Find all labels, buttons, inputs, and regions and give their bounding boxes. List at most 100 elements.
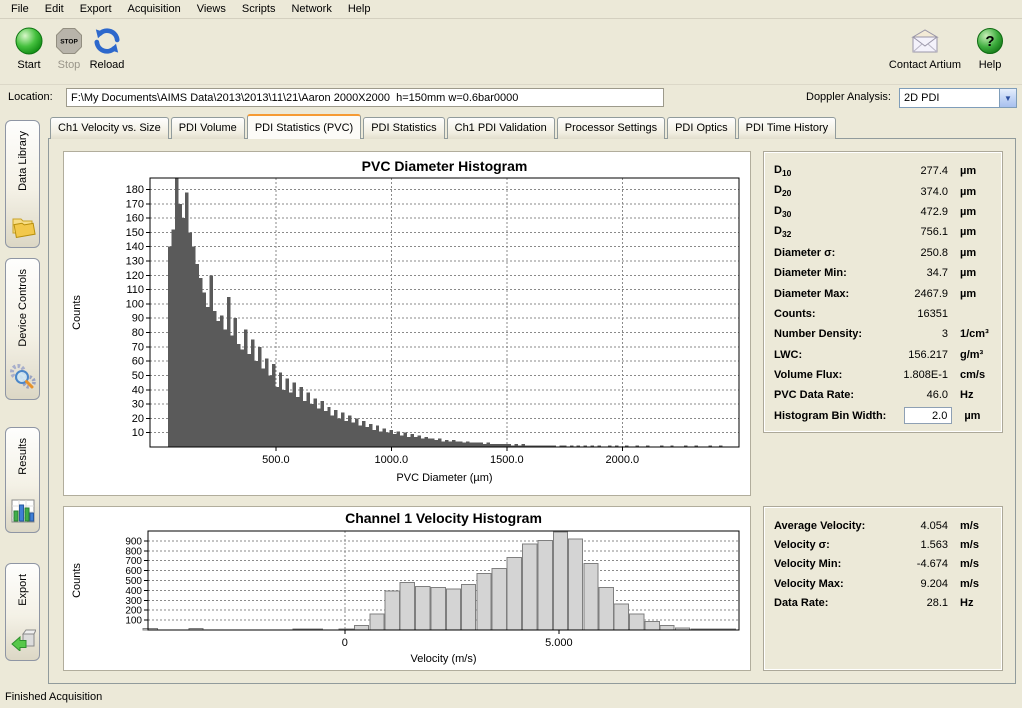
help-button[interactable]: ? Help: [968, 24, 1012, 71]
svg-text:PVC Diameter Histogram: PVC Diameter Histogram: [362, 158, 528, 174]
svg-text:STOP: STOP: [60, 39, 78, 46]
sidebar-item-export[interactable]: Export: [5, 563, 40, 661]
stat-value: 156.217: [882, 349, 948, 361]
sidebar-item-device-controls[interactable]: Device Controls: [5, 258, 40, 400]
tab-pdi-optics[interactable]: PDI Optics: [667, 117, 736, 139]
pvc-diameter-histogram-chart: 1020304050607080901001101201301401501601…: [64, 152, 750, 495]
status-bar: Finished Acquisition: [0, 688, 1022, 708]
stat-label: Number Density:: [774, 328, 882, 340]
svg-text:110: 110: [126, 284, 144, 296]
help-icon: ?: [968, 24, 1012, 58]
doppler-analysis-select[interactable]: 2D PDI ▼: [899, 88, 1017, 108]
svg-text:Counts: Counts: [71, 295, 83, 330]
svg-text:1500.0: 1500.0: [490, 454, 524, 466]
svg-text:100: 100: [126, 298, 144, 310]
pvc-stat-row: Volume Flux:1.808E-1cm/s: [774, 365, 992, 385]
location-row: Location: Doppler Analysis: 2D PDI ▼: [0, 84, 1022, 110]
stat-value: 3: [882, 328, 948, 340]
svg-text:90: 90: [132, 313, 144, 325]
location-input[interactable]: [66, 88, 664, 107]
svg-text:180: 180: [126, 184, 144, 196]
svg-text:0: 0: [342, 637, 348, 649]
chart-icon: [11, 499, 35, 526]
stat-unit: µm: [948, 206, 992, 218]
svg-text:400: 400: [125, 586, 142, 597]
sidebar-item-label: Data Library: [17, 131, 29, 191]
pvc-stat-row: D32756.1µm: [774, 222, 992, 242]
stat-unit: m/s: [948, 520, 992, 532]
stat-unit: µm: [948, 226, 992, 238]
contact-artium-button[interactable]: Contact Artium: [886, 24, 964, 71]
pvc-stat-row: LWC:156.217g/m³: [774, 345, 992, 365]
reload-button[interactable]: Reload: [82, 24, 132, 71]
svg-text:20: 20: [132, 413, 144, 425]
pvc-stat-row: Diameter σ:250.8µm: [774, 243, 992, 263]
pvc-diameter-histogram-panel: 1020304050607080901001101201301401501601…: [63, 151, 751, 496]
stat-label: D32: [774, 225, 882, 239]
stat-unit: cm/s: [948, 369, 992, 381]
help-label: Help: [968, 59, 1012, 71]
svg-text:Velocity (m/s): Velocity (m/s): [410, 653, 476, 665]
pvc-stat-row: Number Density:31/cm³: [774, 324, 992, 344]
pvc-stat-row: Histogram Bin Width:µm: [774, 406, 992, 426]
tab-pdi-statistics-pvc[interactable]: PDI Statistics (PVC): [247, 114, 361, 139]
menu-item-edit[interactable]: Edit: [37, 1, 72, 17]
stat-value: 46.0: [882, 389, 948, 401]
stat-unit: m/s: [948, 539, 992, 551]
pvc-stat-row: D20374.0µm: [774, 181, 992, 201]
stat-label: Diameter σ:: [774, 247, 882, 259]
svg-text:130: 130: [126, 255, 144, 267]
stat-label: D10: [774, 164, 882, 178]
stat-value: 4.054: [882, 520, 948, 532]
velocity-statistics-panel: Average Velocity:4.054m/sVelocity σ:1.56…: [763, 506, 1003, 671]
pvc-stat-row: D30472.9µm: [774, 202, 992, 222]
stat-unit: m/s: [948, 578, 992, 590]
menu-item-views[interactable]: Views: [189, 1, 234, 17]
menu-item-acquisition[interactable]: Acquisition: [120, 1, 189, 17]
velocity-stat-row: Velocity σ:1.563m/s: [774, 535, 992, 554]
histogram-bin-width-input[interactable]: [904, 407, 952, 424]
stat-unit: µm: [948, 288, 992, 300]
menu-item-scripts[interactable]: Scripts: [234, 1, 284, 17]
tab-pdi-volume[interactable]: PDI Volume: [171, 117, 245, 139]
svg-text:300: 300: [125, 596, 142, 607]
sidebar-item-label: Results: [17, 438, 29, 475]
sidebar-item-results[interactable]: Results: [5, 427, 40, 533]
sidebar-item-label: Export: [17, 574, 29, 606]
tab-pdi-statistics[interactable]: PDI Statistics: [363, 117, 444, 139]
menu-bar: FileEditExportAcquisitionViewsScriptsNet…: [0, 0, 1022, 19]
menu-item-file[interactable]: File: [3, 1, 37, 17]
svg-text:160: 160: [126, 213, 144, 225]
menu-item-export[interactable]: Export: [72, 1, 120, 17]
svg-text:?: ?: [985, 33, 994, 50]
tab-ch1-pdi-validation[interactable]: Ch1 PDI Validation: [447, 117, 555, 139]
pvc-statistics-panel: D10277.4µmD20374.0µmD30472.9µmD32756.1µm…: [763, 151, 1003, 433]
stat-value: 756.1: [882, 226, 948, 238]
stat-value: 9.204: [882, 578, 948, 590]
menu-item-network[interactable]: Network: [283, 1, 339, 17]
tab-content-panel: 1020304050607080901001101201301401501601…: [48, 138, 1016, 684]
stat-unit: µm: [952, 410, 996, 422]
pvc-stat-row: Counts:16351: [774, 304, 992, 324]
stat-value: 28.1: [882, 597, 948, 609]
svg-text:40: 40: [132, 384, 144, 396]
stat-value: 277.4: [882, 165, 948, 177]
stat-value: 16351: [882, 308, 948, 320]
tab-pdi-time-history[interactable]: PDI Time History: [738, 117, 837, 139]
velocity-stat-row: Velocity Min:-4.674m/s: [774, 555, 992, 574]
stat-unit: g/m³: [948, 349, 992, 361]
menu-item-help[interactable]: Help: [340, 1, 379, 17]
stat-unit: m/s: [948, 558, 992, 570]
doppler-analysis-value: 2D PDI: [900, 89, 999, 107]
svg-text:170: 170: [126, 198, 144, 210]
svg-text:900: 900: [125, 536, 142, 547]
tab-ch1-velocity-vs-size[interactable]: Ch1 Velocity vs. Size: [50, 117, 169, 139]
svg-text:120: 120: [126, 270, 144, 282]
tab-processor-settings[interactable]: Processor Settings: [557, 117, 665, 139]
stat-unit: µm: [948, 267, 992, 279]
sidebar-item-data-library[interactable]: Data Library: [5, 120, 40, 248]
sidebar-item-label: Device Controls: [17, 269, 29, 347]
stat-value: 2467.9: [882, 288, 948, 300]
gears-icon: [10, 364, 36, 393]
chevron-down-icon[interactable]: ▼: [999, 89, 1016, 107]
